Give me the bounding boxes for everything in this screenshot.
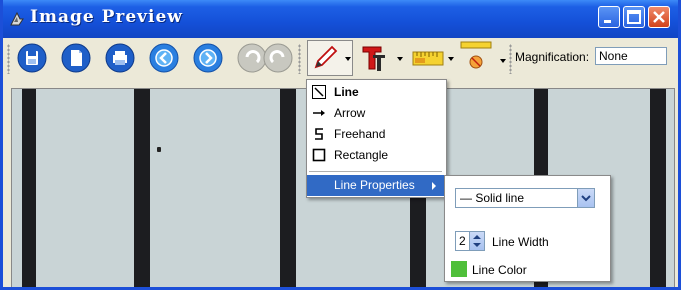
chevron-down-icon [581,195,591,202]
chevron-right-icon [432,182,436,190]
close-button[interactable] [648,6,670,28]
line-width-label: Line Width [492,235,549,249]
menu-item-label: Rectangle [334,148,389,162]
menu-item-line[interactable]: Line [307,82,444,103]
image-stripe [134,89,150,287]
magnification-label: Magnification: [515,50,590,64]
app-icon [10,11,24,26]
chevron-down-icon [448,57,454,61]
measure-icon [460,41,492,69]
save-button[interactable] [17,43,47,73]
copy-button[interactable] [61,43,91,73]
menu-item-arrow[interactable]: Arrow [307,103,444,124]
print-icon [105,43,135,73]
line-color-label: Line Color [472,263,527,277]
menu-item-label: Line [334,85,359,99]
close-icon [653,11,665,23]
previous-icon [149,43,179,73]
chevron-down-icon [345,57,351,61]
save-icon [17,43,47,73]
pencil-icon [314,45,338,69]
image-stripe [22,89,36,287]
menu-item-label: Line Properties [334,178,415,192]
redo-button[interactable] [263,43,293,73]
text-tool-button[interactable] [359,43,403,73]
menu-divider [309,171,442,172]
minimize-button[interactable] [598,6,620,28]
image-speck [157,147,161,152]
line-icon [312,85,326,99]
window-title: Image Preview [30,7,183,27]
toolbar-separator [509,44,512,74]
rectangle-icon [312,148,326,162]
title-bar[interactable]: Image Preview [3,0,678,38]
draw-tool-button[interactable] [307,40,353,76]
menu-item-line-properties[interactable]: Line Properties [307,175,444,196]
image-preview-window: Image Preview Magnification: None Line A… [0,0,681,290]
ruler-icon [412,51,444,66]
spinner-arrows-icon [473,235,481,247]
select-dropdown-button[interactable] [577,189,594,207]
line-width-value: 2 [459,234,466,248]
next-button[interactable] [193,43,223,73]
image-stripe [650,89,666,287]
freehand-icon [315,128,323,140]
toolbar-separator [298,44,301,74]
print-button[interactable] [105,43,135,73]
minimize-icon [604,20,611,23]
measure-tool-button[interactable] [459,41,506,73]
redo-icon [263,43,293,73]
image-stripe [280,89,296,287]
line-style-select[interactable]: — Solid line [455,188,595,208]
magnification-input[interactable]: None [595,47,667,65]
maximize-button[interactable] [623,6,645,28]
chevron-down-icon [500,59,506,63]
menu-item-label: Arrow [334,106,366,120]
menu-item-freehand[interactable]: Freehand [307,124,444,145]
ruler-tool-button[interactable] [411,43,454,73]
line-color-swatch[interactable] [451,261,467,277]
toolbar-grip[interactable] [7,44,10,74]
text-icon [362,46,385,71]
next-icon [193,43,223,73]
draw-tool-menu: Line Arrow Freehand Rectangle Line Prope… [306,79,447,198]
spinner-buttons[interactable] [469,232,484,250]
maximize-icon [627,10,641,24]
chevron-down-icon [397,57,403,61]
arrow-icon [313,110,325,116]
copy-icon [61,43,91,73]
menu-item-rectangle[interactable]: Rectangle [307,145,444,166]
toolbar: Magnification: None [3,38,678,80]
line-style-value: — Solid line [460,191,525,205]
line-properties-panel: — Solid line 2 Line Width Line Color [444,175,611,282]
line-width-spinner[interactable]: 2 [455,231,485,251]
previous-button[interactable] [149,43,179,73]
menu-item-label: Freehand [334,127,386,141]
